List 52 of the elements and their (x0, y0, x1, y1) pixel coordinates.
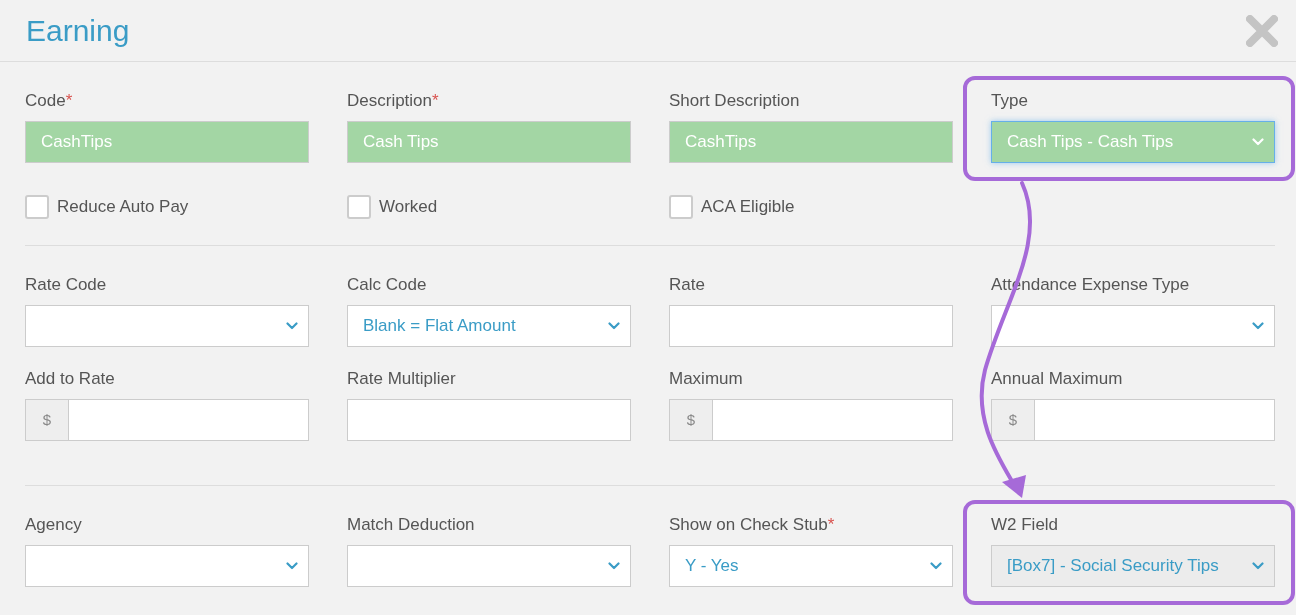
checkbox-label[interactable]: Reduce Auto Pay (25, 195, 309, 219)
dialog-title: Earning (26, 13, 130, 49)
required-asterisk: * (65, 91, 73, 110)
chevron-down-icon (608, 562, 620, 570)
field-label: Rate (669, 274, 706, 296)
text-field[interactable]: Cash Tips (347, 121, 631, 163)
close-icon[interactable] (1246, 14, 1278, 47)
currency-addon: $ (992, 400, 1035, 440)
chevron-down-icon (608, 322, 620, 330)
field-label: Match Deduction (347, 514, 476, 536)
field-label: Type (991, 90, 1029, 112)
field-label: Annual Maximum (991, 368, 1124, 390)
field-label: Rate Multiplier (347, 368, 457, 390)
chevron-down-icon (286, 322, 298, 330)
chevron-down-icon (930, 562, 942, 570)
field-label: Maximum (669, 368, 744, 390)
field-label: Rate Code (25, 274, 108, 296)
currency-addon: $ (670, 400, 713, 440)
select-field[interactable]: Y - Yes (669, 545, 953, 587)
field-label: Code* (25, 90, 74, 112)
field-label: Agency (25, 514, 83, 536)
field-label: Description* (347, 90, 440, 112)
select-field[interactable] (991, 305, 1275, 347)
checkbox-label[interactable]: Worked (347, 195, 631, 219)
money-field[interactable]: $ (669, 399, 953, 441)
checkbox[interactable] (669, 195, 693, 219)
checkbox[interactable] (25, 195, 49, 219)
field-label: Calc Code (347, 274, 428, 296)
required-asterisk: * (827, 515, 835, 534)
field-label: Add to Rate (25, 368, 116, 390)
chevron-down-icon (1252, 562, 1264, 570)
chevron-down-icon (1252, 138, 1264, 146)
currency-addon: $ (26, 400, 69, 440)
chevron-down-icon (1252, 322, 1264, 330)
money-field[interactable]: $ (991, 399, 1275, 441)
text-field[interactable] (347, 399, 631, 441)
field-label: Show on Check Stub* (669, 514, 836, 536)
required-asterisk: * (432, 91, 439, 110)
chevron-down-icon (286, 562, 298, 570)
text-field[interactable] (669, 305, 953, 347)
field-label: W2 Field (991, 514, 1060, 536)
text-field[interactable]: CashTips (669, 121, 953, 163)
checkbox[interactable] (347, 195, 371, 219)
select-field[interactable] (347, 545, 631, 587)
select-field[interactable]: Blank = Flat Amount (347, 305, 631, 347)
checkbox-label[interactable]: ACA Eligible (669, 195, 953, 219)
select-field[interactable] (25, 305, 309, 347)
field-label: Short Description (669, 90, 801, 112)
text-field[interactable]: CashTips (25, 121, 309, 163)
select-field[interactable]: Cash Tips - Cash Tips (991, 121, 1275, 163)
select-field[interactable] (25, 545, 309, 587)
money-field[interactable]: $ (25, 399, 309, 441)
